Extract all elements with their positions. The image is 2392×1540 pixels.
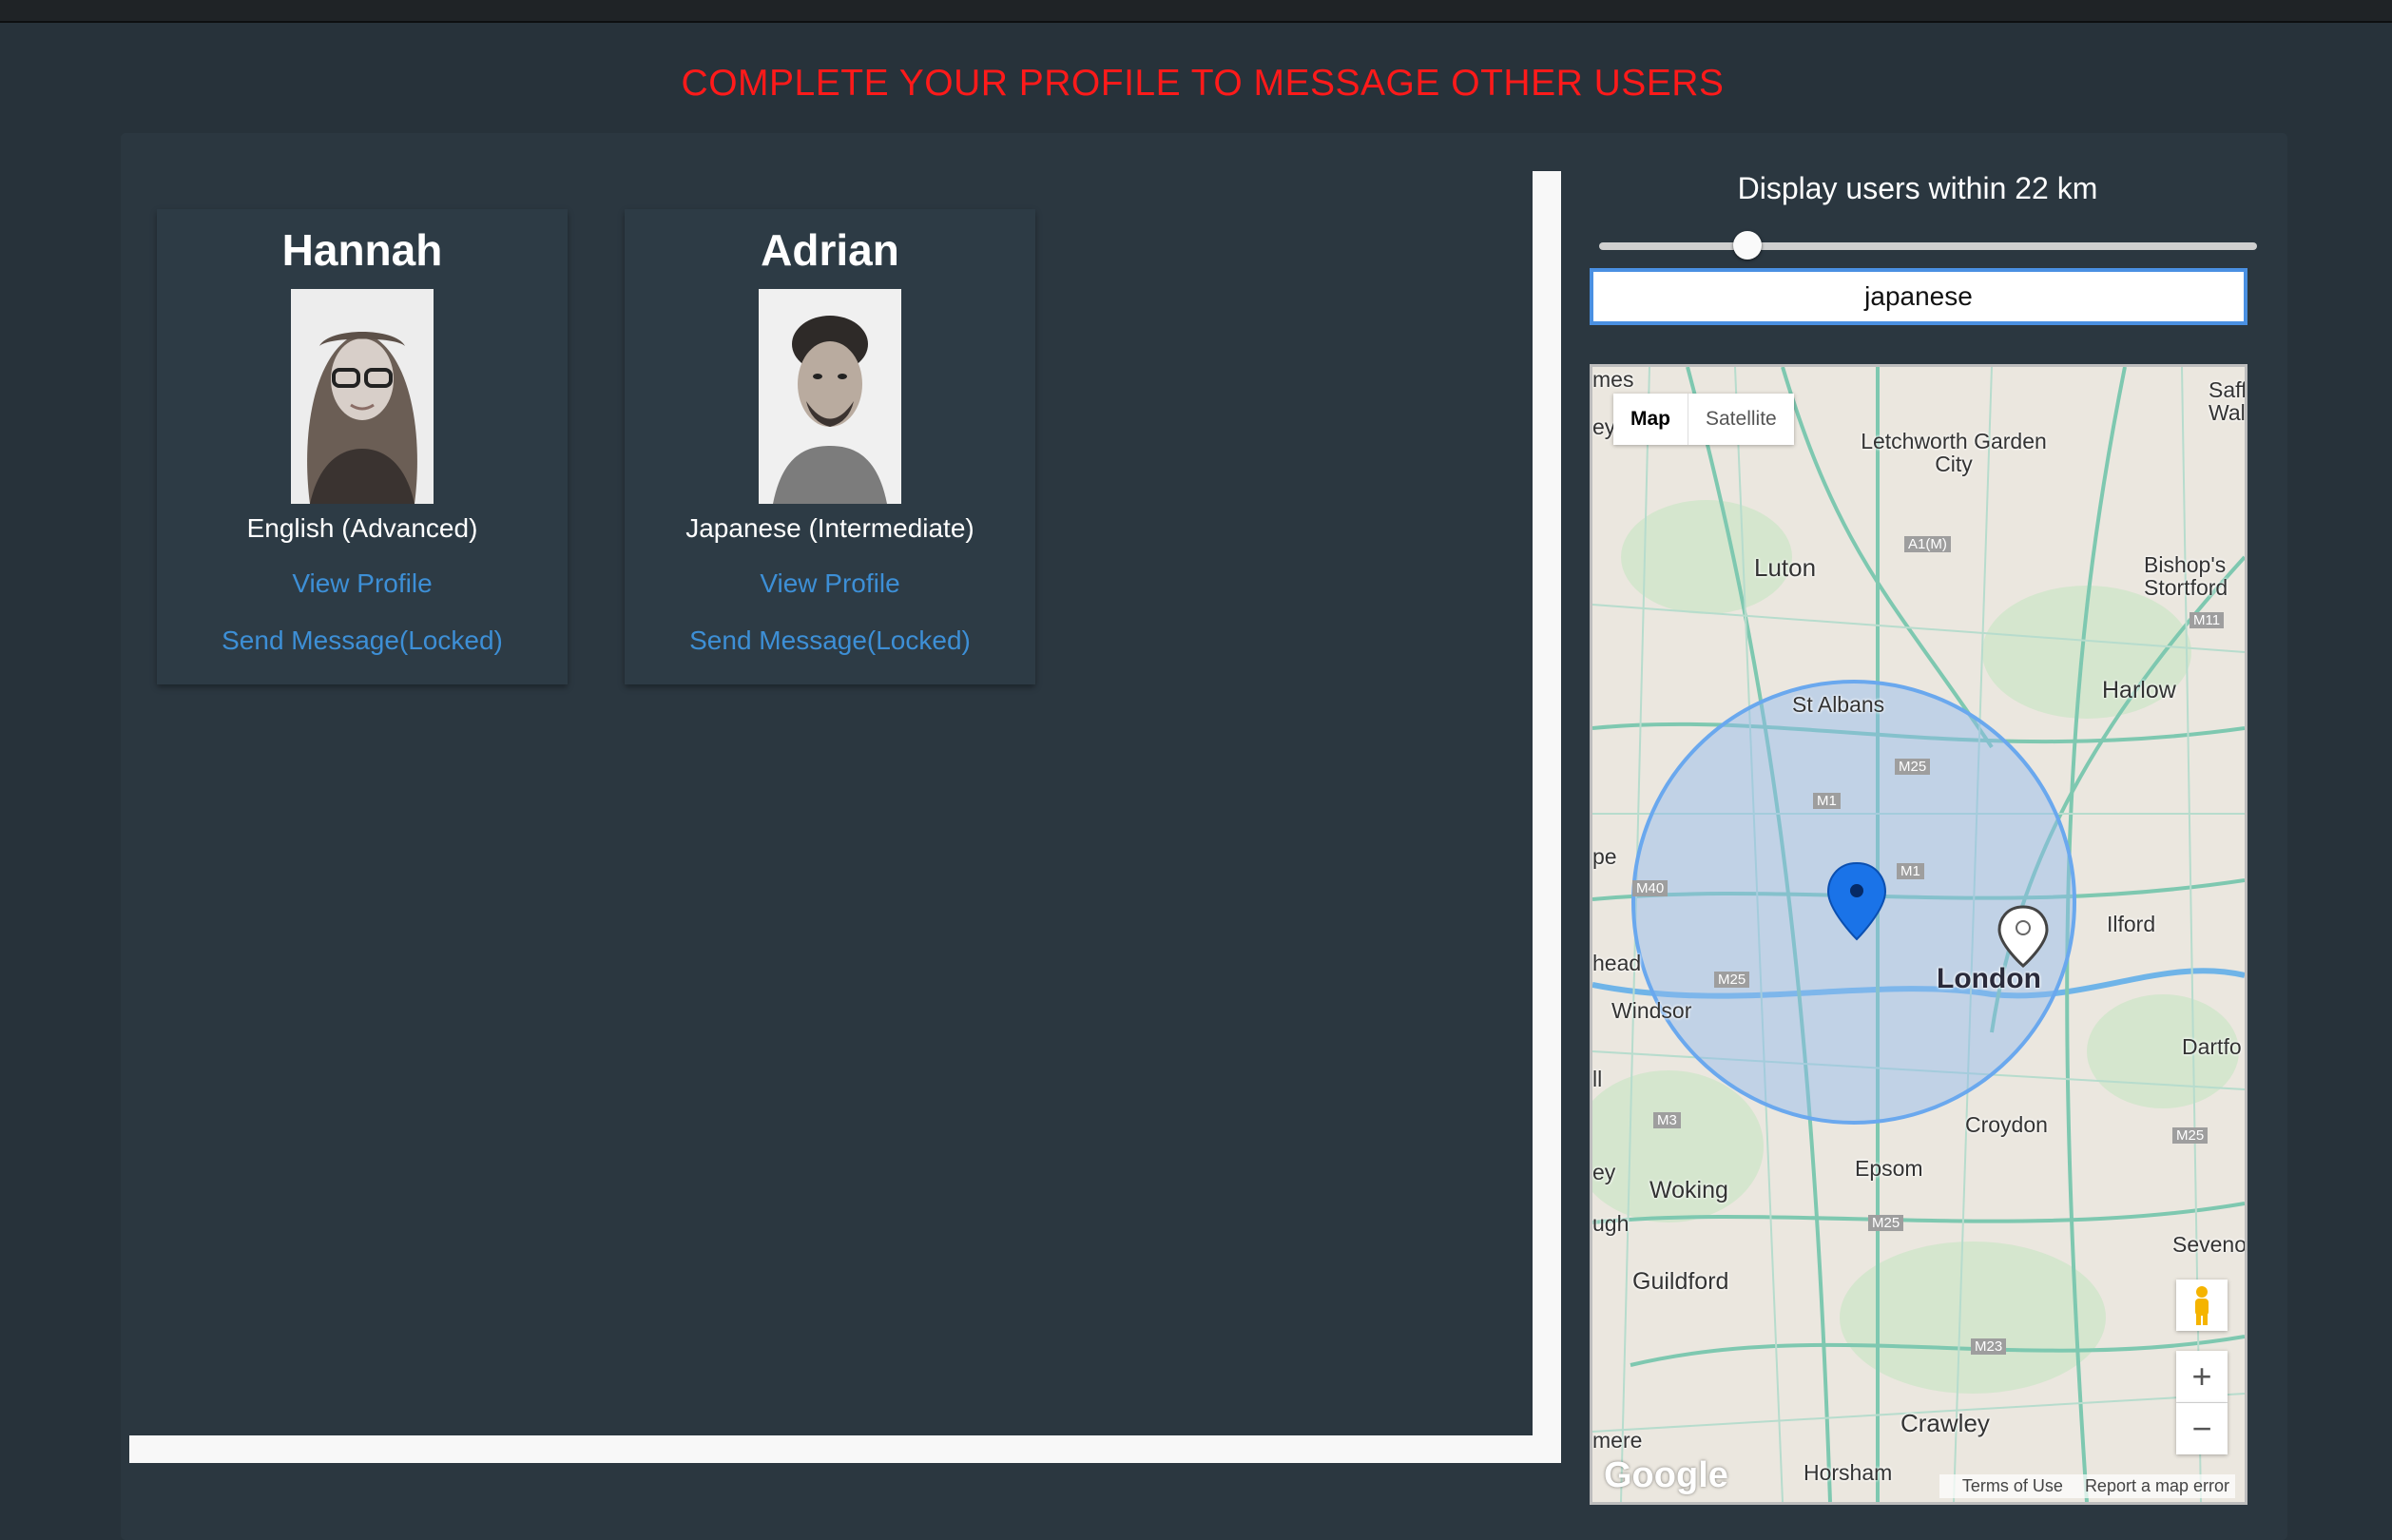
view-profile-link[interactable]: View Profile (625, 565, 1035, 603)
user-avatar (759, 289, 901, 504)
map-label: ll (1592, 1067, 1603, 1091)
street-view-pegman-icon[interactable] (2176, 1280, 2228, 1331)
terms-of-use-link[interactable]: Terms of Use (1962, 1476, 2063, 1495)
map-label: mere (1592, 1428, 1643, 1453)
road-shield: M11 (2189, 612, 2225, 628)
radius-slider-thumb[interactable] (1733, 231, 1762, 260)
map-label: Epsom (1855, 1156, 1923, 1181)
map-view[interactable]: Letchworth Garden City Luton Bishop's St… (1590, 364, 2247, 1505)
map-label: ey (1592, 1160, 1616, 1184)
map-label: Dartfo (2182, 1034, 2242, 1059)
map-label: ey (1592, 414, 1616, 439)
map-label: Letchworth Garden City (1861, 429, 2047, 476)
map-label: Windsor (1611, 998, 1692, 1023)
map-label: St Albans (1792, 692, 1885, 717)
map-label: Woking (1649, 1177, 1728, 1203)
road-shield: M25 (2172, 1127, 2209, 1144)
send-message-link[interactable]: Send Message(Locked) (625, 622, 1035, 660)
road-shield: M1 (1813, 793, 1841, 809)
report-map-error-link[interactable]: Report a map error (2085, 1476, 2229, 1495)
user-card: Hannah English (Advanced) View Profile S… (157, 209, 568, 684)
road-shield: M25 (1714, 972, 1750, 988)
top-bar (0, 0, 2392, 23)
road-shield: M3 (1653, 1112, 1681, 1128)
zoom-in-button[interactable]: + (2176, 1351, 2228, 1403)
map-footer-links: Terms of Use Report a map error (1939, 1474, 2235, 1498)
user-name: Adrian (761, 225, 899, 275)
user-language: English (Advanced) (246, 513, 478, 543)
map-label: Bishop's Stortford (2144, 552, 2228, 600)
road-shield: M1 (1897, 863, 1924, 879)
map-label: Sevenoa (2172, 1232, 2247, 1257)
vertical-scrollbar[interactable] (1533, 171, 1561, 1462)
user-avatar (291, 289, 434, 504)
user-card: Adrian Japanese (Intermediate) View Prof… (625, 209, 1035, 684)
map-label: head (1592, 951, 1642, 975)
map-label: Croydon (1965, 1112, 2048, 1137)
map-label: pe (1592, 844, 1617, 869)
map-label: ugh (1592, 1211, 1630, 1236)
road-shield: M25 (1895, 759, 1931, 775)
radius-slider[interactable] (1599, 242, 2257, 250)
map-label: Luton (1754, 553, 1817, 582)
map-label: Crawley (1900, 1409, 1990, 1437)
language-search-input[interactable] (1590, 268, 2247, 325)
map-type-satellite-button[interactable]: Satellite (1688, 394, 1794, 445)
map-label-london: London (1937, 963, 2041, 994)
user-name: Hannah (281, 225, 443, 275)
profile-incomplete-banner: COMPLETE YOUR PROFILE TO MESSAGE OTHER U… (681, 63, 1725, 104)
zoom-out-button[interactable]: − (2176, 1403, 2228, 1454)
road-shield: A1(M) (1904, 536, 1951, 552)
road-shield: M23 (1971, 1338, 2007, 1355)
map-type-control: Map Satellite (1613, 394, 1794, 445)
google-logo: Google (1604, 1455, 1728, 1495)
map-label: mes (1592, 367, 1634, 392)
radius-label: Display users within 22 km (1737, 171, 2098, 205)
user-language: Japanese (Intermediate) (685, 513, 974, 543)
view-profile-link[interactable]: View Profile (157, 565, 568, 603)
horizontal-scrollbar[interactable] (129, 1435, 1561, 1463)
map-label: Guildford (1632, 1268, 1729, 1295)
map-label: Harlow (2102, 677, 2176, 703)
map-footer: Google Terms of Use Report a map error (1592, 1455, 2245, 1502)
map-type-map-button[interactable]: Map (1613, 394, 1688, 445)
road-shield: M25 (1868, 1215, 1904, 1231)
road-shield: M40 (1632, 880, 1669, 896)
map-label: Saff Wal (2209, 377, 2247, 425)
send-message-link[interactable]: Send Message(Locked) (157, 622, 568, 660)
map-label: Ilford (2107, 912, 2156, 936)
